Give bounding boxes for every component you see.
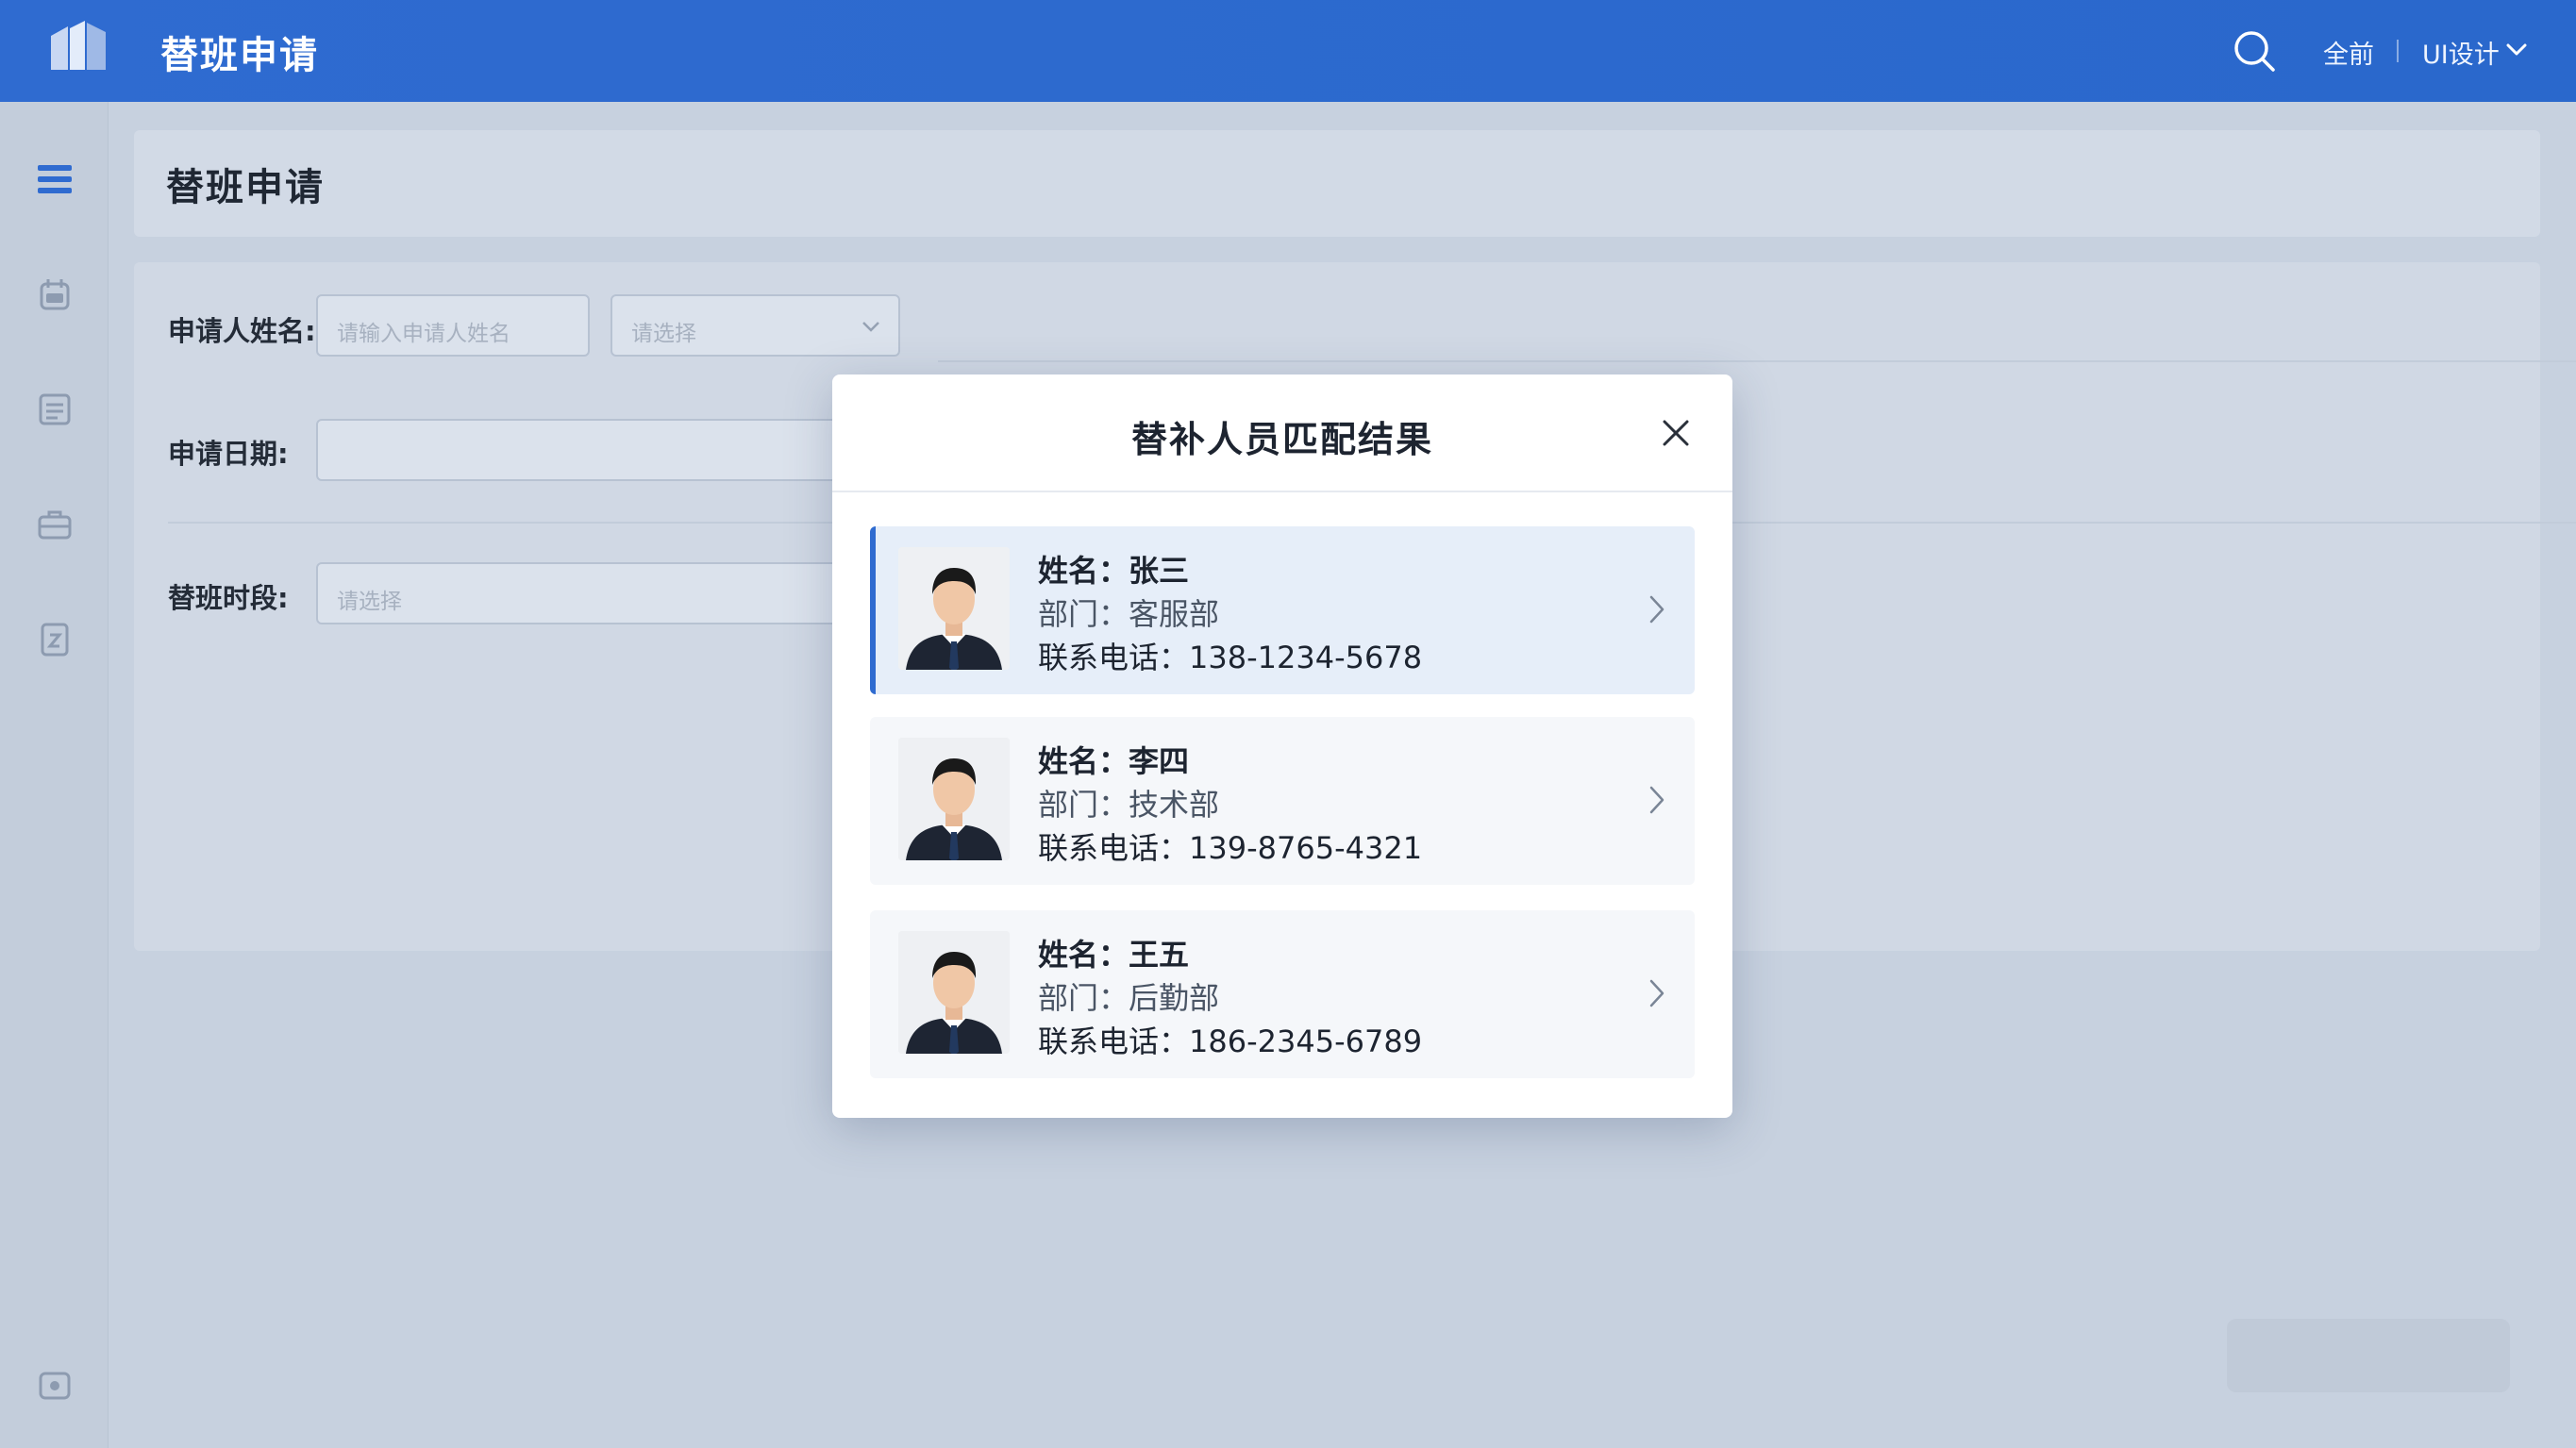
app-window: 替班申请 全前 UI设计 替班申请 申请人姓名: 请输入申请人姓名 请选择 申请… <box>0 0 2576 1448</box>
logo-icon <box>51 21 106 70</box>
applicant-label: 申请人姓名: <box>168 315 316 347</box>
candidate-name: 姓名：王五 <box>1038 937 1190 973</box>
date-label: 申请日期: <box>168 438 289 470</box>
app-title: 替班申请 <box>160 34 319 77</box>
slot-label: 替班时段: <box>168 582 289 614</box>
top-header: 替班申请 全前 UI设计 <box>0 0 2576 102</box>
menu-icon[interactable] <box>36 160 74 198</box>
report-icon[interactable] <box>36 621 74 658</box>
applicant-select-placeholder: 请选择 <box>631 322 696 346</box>
candidate-phone: 联系电话：186-2345-6789 <box>1038 1024 1423 1059</box>
search-icon[interactable] <box>2232 28 2277 74</box>
divider <box>938 360 2576 362</box>
candidate-dept: 部门：后勤部 <box>1038 980 1220 1016</box>
candidate-card-wangwu[interactable]: 姓名：王五 部门：后勤部 联系电话：186-2345-6789 <box>870 910 1695 1078</box>
chevron-right-icon <box>1649 786 1664 814</box>
candidate-dept: 部门：客服部 <box>1038 596 1220 632</box>
avatar <box>898 547 1010 670</box>
chevron-right-icon <box>1649 979 1664 1007</box>
date-input[interactable] <box>316 419 845 481</box>
user-menu[interactable]: UI设计 <box>2422 34 2500 71</box>
candidate-phone: 联系电话：138-1234-5678 <box>1038 640 1423 675</box>
candidate-card-zhangsan[interactable]: 姓名：张三 部门：客服部 联系电话：138-1234-5678 <box>870 526 1695 694</box>
candidate-card-lisi[interactable]: 姓名：李四 部门：技术部 联系电话：139-8765-4321 <box>870 717 1695 885</box>
sidebar <box>0 102 109 1448</box>
briefcase-icon[interactable] <box>36 506 74 543</box>
candidate-name: 姓名：李四 <box>1038 743 1190 779</box>
modal-header: 替补人员匹配结果 <box>832 374 1732 492</box>
applicant-select[interactable]: 请选择 <box>611 294 900 357</box>
chevron-right-icon <box>1649 595 1664 624</box>
close-icon[interactable] <box>1657 414 1695 452</box>
header-link-all[interactable]: 全前 <box>2323 34 2374 71</box>
submit-button[interactable] <box>2227 1319 2510 1392</box>
header-separator <box>2397 40 2399 62</box>
chevron-down-icon <box>862 322 879 332</box>
modal-title: 替补人员匹配结果 <box>1130 419 1433 460</box>
applicant-name-input[interactable]: 请输入申请人姓名 <box>316 294 590 357</box>
candidate-phone: 联系电话：139-8765-4321 <box>1038 830 1423 866</box>
match-result-modal: 替补人员匹配结果 姓名：张三 部门：客服部 联系电话：138-1234-5678 <box>832 374 1732 1118</box>
document-icon[interactable] <box>36 391 74 428</box>
page-header: 替班申请 <box>134 130 2540 237</box>
chevron-down-icon[interactable] <box>2505 42 2528 58</box>
settings-box-icon[interactable] <box>36 1366 74 1404</box>
candidate-dept: 部门：技术部 <box>1038 787 1220 823</box>
candidate-name: 姓名：张三 <box>1038 553 1190 589</box>
calendar-icon[interactable] <box>36 275 74 313</box>
avatar <box>898 738 1010 860</box>
slot-input[interactable]: 请选择 <box>316 562 845 624</box>
page-title: 替班申请 <box>166 166 325 209</box>
avatar <box>898 931 1010 1054</box>
